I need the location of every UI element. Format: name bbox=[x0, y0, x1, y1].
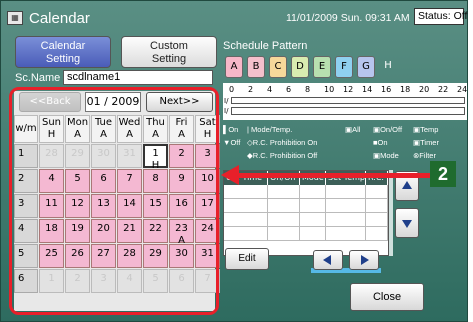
pattern-button-d[interactable]: D bbox=[291, 56, 309, 78]
close-button[interactable]: Close bbox=[350, 283, 424, 311]
pattern-button-c[interactable]: C bbox=[269, 56, 287, 78]
hour-tick-label: 4 bbox=[267, 85, 273, 94]
legend: ▌On | Mode/Temp. ▼Off ◇R.C. Prohibition … bbox=[223, 123, 467, 165]
annotation-arrowhead bbox=[221, 165, 239, 185]
table-row[interactable] bbox=[224, 185, 388, 199]
pattern-button-b[interactable]: B bbox=[247, 56, 265, 78]
tab-calendar-line1: Calendar bbox=[40, 40, 86, 52]
calendar-icon: ▦ bbox=[7, 11, 23, 25]
hour-tick-label: 2 bbox=[248, 85, 254, 94]
sc-name-label: Sc.Name bbox=[15, 72, 61, 84]
hour-tick-label: 10 bbox=[324, 85, 335, 94]
scroll-right-button[interactable] bbox=[349, 250, 379, 270]
highlight-outline bbox=[9, 87, 219, 315]
table-row[interactable] bbox=[224, 199, 388, 213]
hour-tick-label: 12 bbox=[343, 85, 354, 94]
timeline-row-marker: I/ bbox=[224, 97, 229, 105]
legend-onoff: ▣On/Off bbox=[373, 125, 403, 134]
legend-rc-prohibition-on: ◇R.C. Prohibition On bbox=[247, 138, 318, 147]
legend-off: ▼Off bbox=[223, 138, 241, 147]
table-scrollbar[interactable] bbox=[389, 170, 393, 256]
tab-calendar-setting[interactable]: Calendar Setting bbox=[15, 36, 111, 68]
table-row[interactable] bbox=[224, 213, 388, 227]
pattern-button-f[interactable]: F bbox=[335, 56, 353, 78]
title-bar: ▦ Calendar 11/01/2009 Sun. 09:31 AM Stat… bbox=[1, 1, 467, 33]
status-indicator: Status: Off bbox=[414, 8, 467, 25]
scroll-down-button[interactable] bbox=[395, 208, 419, 238]
schedule-table: Op. Time On/Off Mode Set Temp R.C. bbox=[223, 170, 389, 256]
triangle-left-icon bbox=[323, 255, 331, 265]
app-title: Calendar bbox=[29, 10, 90, 27]
hour-tick-label: 14 bbox=[362, 85, 373, 94]
triangle-right-icon bbox=[361, 255, 369, 265]
hour-tick-label: 0 bbox=[229, 85, 235, 94]
annotation-arrow bbox=[237, 173, 432, 178]
hour-tick-label: 20 bbox=[419, 85, 430, 94]
legend-timer: ▣Timer bbox=[413, 138, 439, 147]
tab-custom-line1: Custom bbox=[150, 40, 188, 52]
tab-custom-line2: Setting bbox=[151, 53, 187, 65]
legend-on: ▌On bbox=[223, 125, 239, 134]
tab-custom-setting[interactable]: Custom Setting bbox=[121, 36, 217, 68]
pattern-button-h[interactable]: H bbox=[379, 56, 397, 78]
timeline: 0 2 4 6 8 10 12 14 16 18 20 22 24 I/ I/ bbox=[223, 83, 467, 120]
schedule-pattern-title: Schedule Pattern bbox=[223, 40, 308, 52]
hour-tick-label: 22 bbox=[438, 85, 449, 94]
annotation-badge: 2 bbox=[430, 161, 456, 187]
legend-all: ▣All bbox=[345, 125, 361, 134]
legend-on2: ■On bbox=[373, 138, 388, 147]
hour-tick-label: 18 bbox=[400, 85, 411, 94]
timeline-bar-2 bbox=[231, 107, 465, 115]
pattern-button-g[interactable]: G bbox=[357, 56, 375, 78]
hour-tick-label: 16 bbox=[381, 85, 392, 94]
table-row[interactable] bbox=[224, 227, 388, 241]
timeline-bar bbox=[231, 97, 465, 104]
legend-mode-temp: | Mode/Temp. bbox=[247, 125, 293, 134]
sc-name-field[interactable]: scdlname1 bbox=[63, 70, 213, 85]
hour-tick-label: 8 bbox=[305, 85, 311, 94]
hour-tick-label: 6 bbox=[286, 85, 292, 94]
tab-calendar-line2: Setting bbox=[45, 53, 81, 65]
pattern-button-e[interactable]: E bbox=[313, 56, 331, 78]
triangle-down-icon bbox=[402, 220, 412, 228]
edit-button[interactable]: Edit bbox=[225, 248, 269, 270]
legend-mode: ▣Mode bbox=[373, 151, 399, 160]
scroll-left-button[interactable] bbox=[313, 250, 343, 270]
hour-tick-label: 24 bbox=[457, 85, 468, 94]
legend-temp: ▣Temp bbox=[413, 125, 439, 134]
calendar-window: ▦ Calendar 11/01/2009 Sun. 09:31 AM Stat… bbox=[0, 0, 468, 322]
legend-rc-prohibition-off: ◆R.C. Prohibition Off bbox=[247, 151, 318, 160]
legend-filter: ⊗Filter bbox=[413, 151, 436, 160]
timeline-row-marker-2: I/ bbox=[224, 107, 229, 115]
pattern-button-a[interactable]: A bbox=[225, 56, 243, 78]
date-time-display: 11/01/2009 Sun. 09:31 AM bbox=[286, 12, 410, 24]
